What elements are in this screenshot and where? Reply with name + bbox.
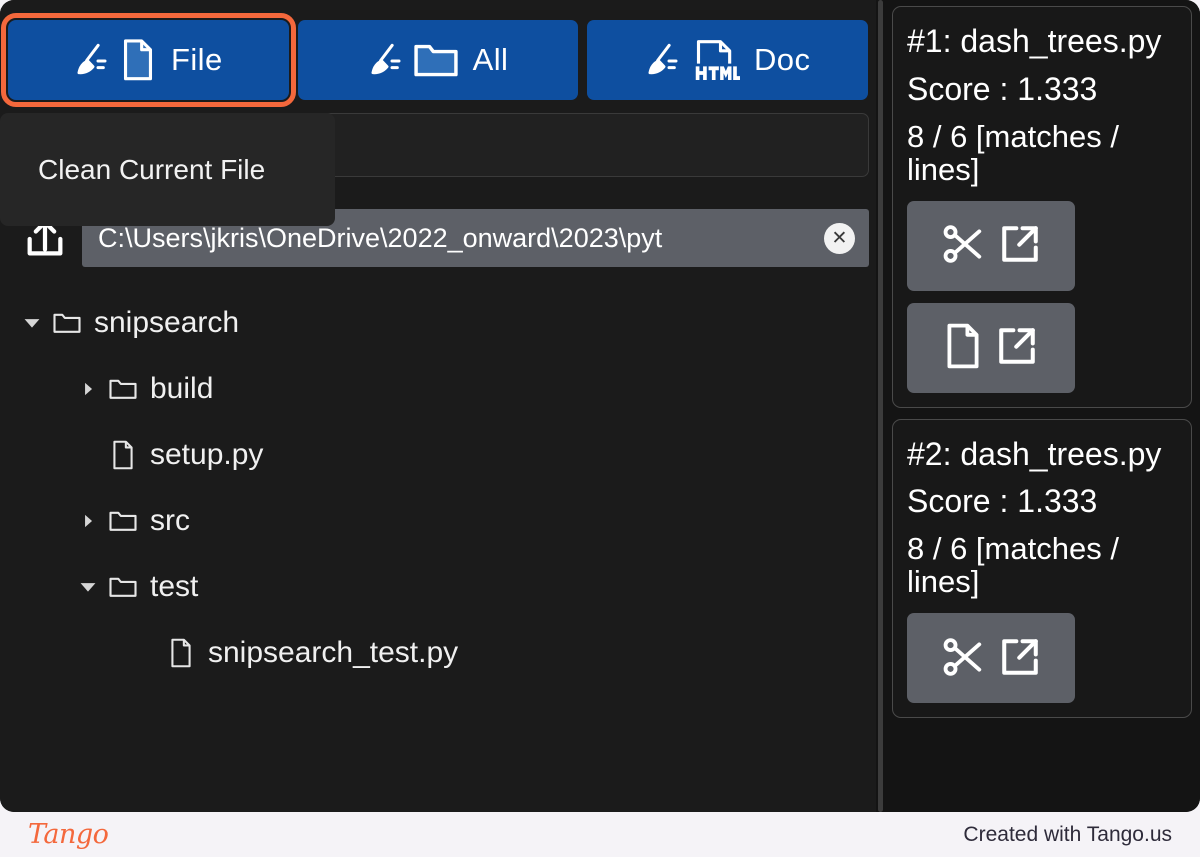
app-window: File All Doc C:\Users\jkris\OneDrive\202… [0,0,1200,812]
tree-item-label: test [150,570,199,603]
tooltip-text: Clean Current File [38,153,266,185]
tree-item-snipsearch[interactable]: snipsearch [0,290,876,356]
tree-item-label: setup.py [150,438,264,471]
chevron-down-icon[interactable] [70,569,106,605]
chevron-down-icon[interactable] [14,305,50,341]
tree-item-test[interactable]: test [0,554,876,620]
scissors-icon [940,221,986,270]
toolbar: File All Doc [0,0,876,108]
footer-credit: Created with Tango.us [963,822,1172,846]
chevron-right-icon[interactable] [70,503,106,539]
result-matches: 8 / 6 [matches / lines] [907,118,1119,187]
broom-file-icon [74,38,157,82]
tree-item-src[interactable]: src [0,488,876,554]
tab-label: All [472,41,509,77]
file-tree: snipsearch build setup.py src test snips… [0,288,876,812]
result-card: #1: dash_trees.py Score : 1.333 8 / 6 [m… [892,6,1192,408]
tree-item-label: src [150,504,190,537]
file-icon [164,637,198,669]
result-matches: 8 / 6 [matches / lines] [907,531,1119,600]
tango-logo: Tango [28,819,109,850]
folder-icon [50,310,84,336]
external-link-icon [995,324,1039,371]
tab-clean-all[interactable]: All [297,19,579,100]
vertical-scrollbar[interactable] [878,0,883,812]
folder-icon [106,376,140,402]
broom-folder-icon [368,40,459,80]
tooltip-clean-current-file: Clean Current File [0,113,335,226]
clear-path-icon[interactable]: ✕ [824,222,855,254]
tab-label: Doc [754,41,811,77]
file-icon [106,439,140,471]
external-link-icon [998,635,1042,682]
open-snippet-button[interactable] [907,200,1075,291]
result-score: Score : 1.333 [907,483,1098,520]
result-title: #1: dash_trees.py [907,23,1162,59]
result-card: #2: dash_trees.py Score : 1.333 8 / 6 [m… [892,418,1192,719]
tree-item-label: build [150,372,214,405]
panel-divider [876,0,886,812]
tree-item-label: snipsearch [94,306,240,339]
external-link-icon [998,222,1042,269]
tree-item-setup-py[interactable]: setup.py [0,422,876,488]
tab-clean-file[interactable]: File [1,12,296,107]
result-title: #2: dash_trees.py [907,435,1162,472]
broom-html-icon [645,38,741,82]
tree-item-build[interactable]: build [0,356,876,422]
scissors-icon [940,634,986,683]
tab-clean-doc[interactable]: Doc [587,19,869,100]
result-score: Score : 1.333 [907,70,1098,107]
tree-item-snipsearch-test-py[interactable]: snipsearch_test.py [0,620,876,686]
footer: Tango Created with Tango.us [0,812,1200,857]
results-sidebar: #1: dash_trees.py Score : 1.333 8 / 6 [m… [886,0,1200,812]
open-file-button[interactable] [907,302,1075,393]
folder-icon [106,574,140,600]
path-text: C:\Users\jkris\OneDrive\2022_onward\2023… [98,222,663,253]
tree-item-label: snipsearch_test.py [208,636,459,669]
chevron-right-icon[interactable] [70,371,106,407]
tab-label: File [171,41,223,77]
file-icon [943,322,983,373]
folder-icon [106,508,140,534]
open-snippet-button[interactable] [907,613,1075,704]
